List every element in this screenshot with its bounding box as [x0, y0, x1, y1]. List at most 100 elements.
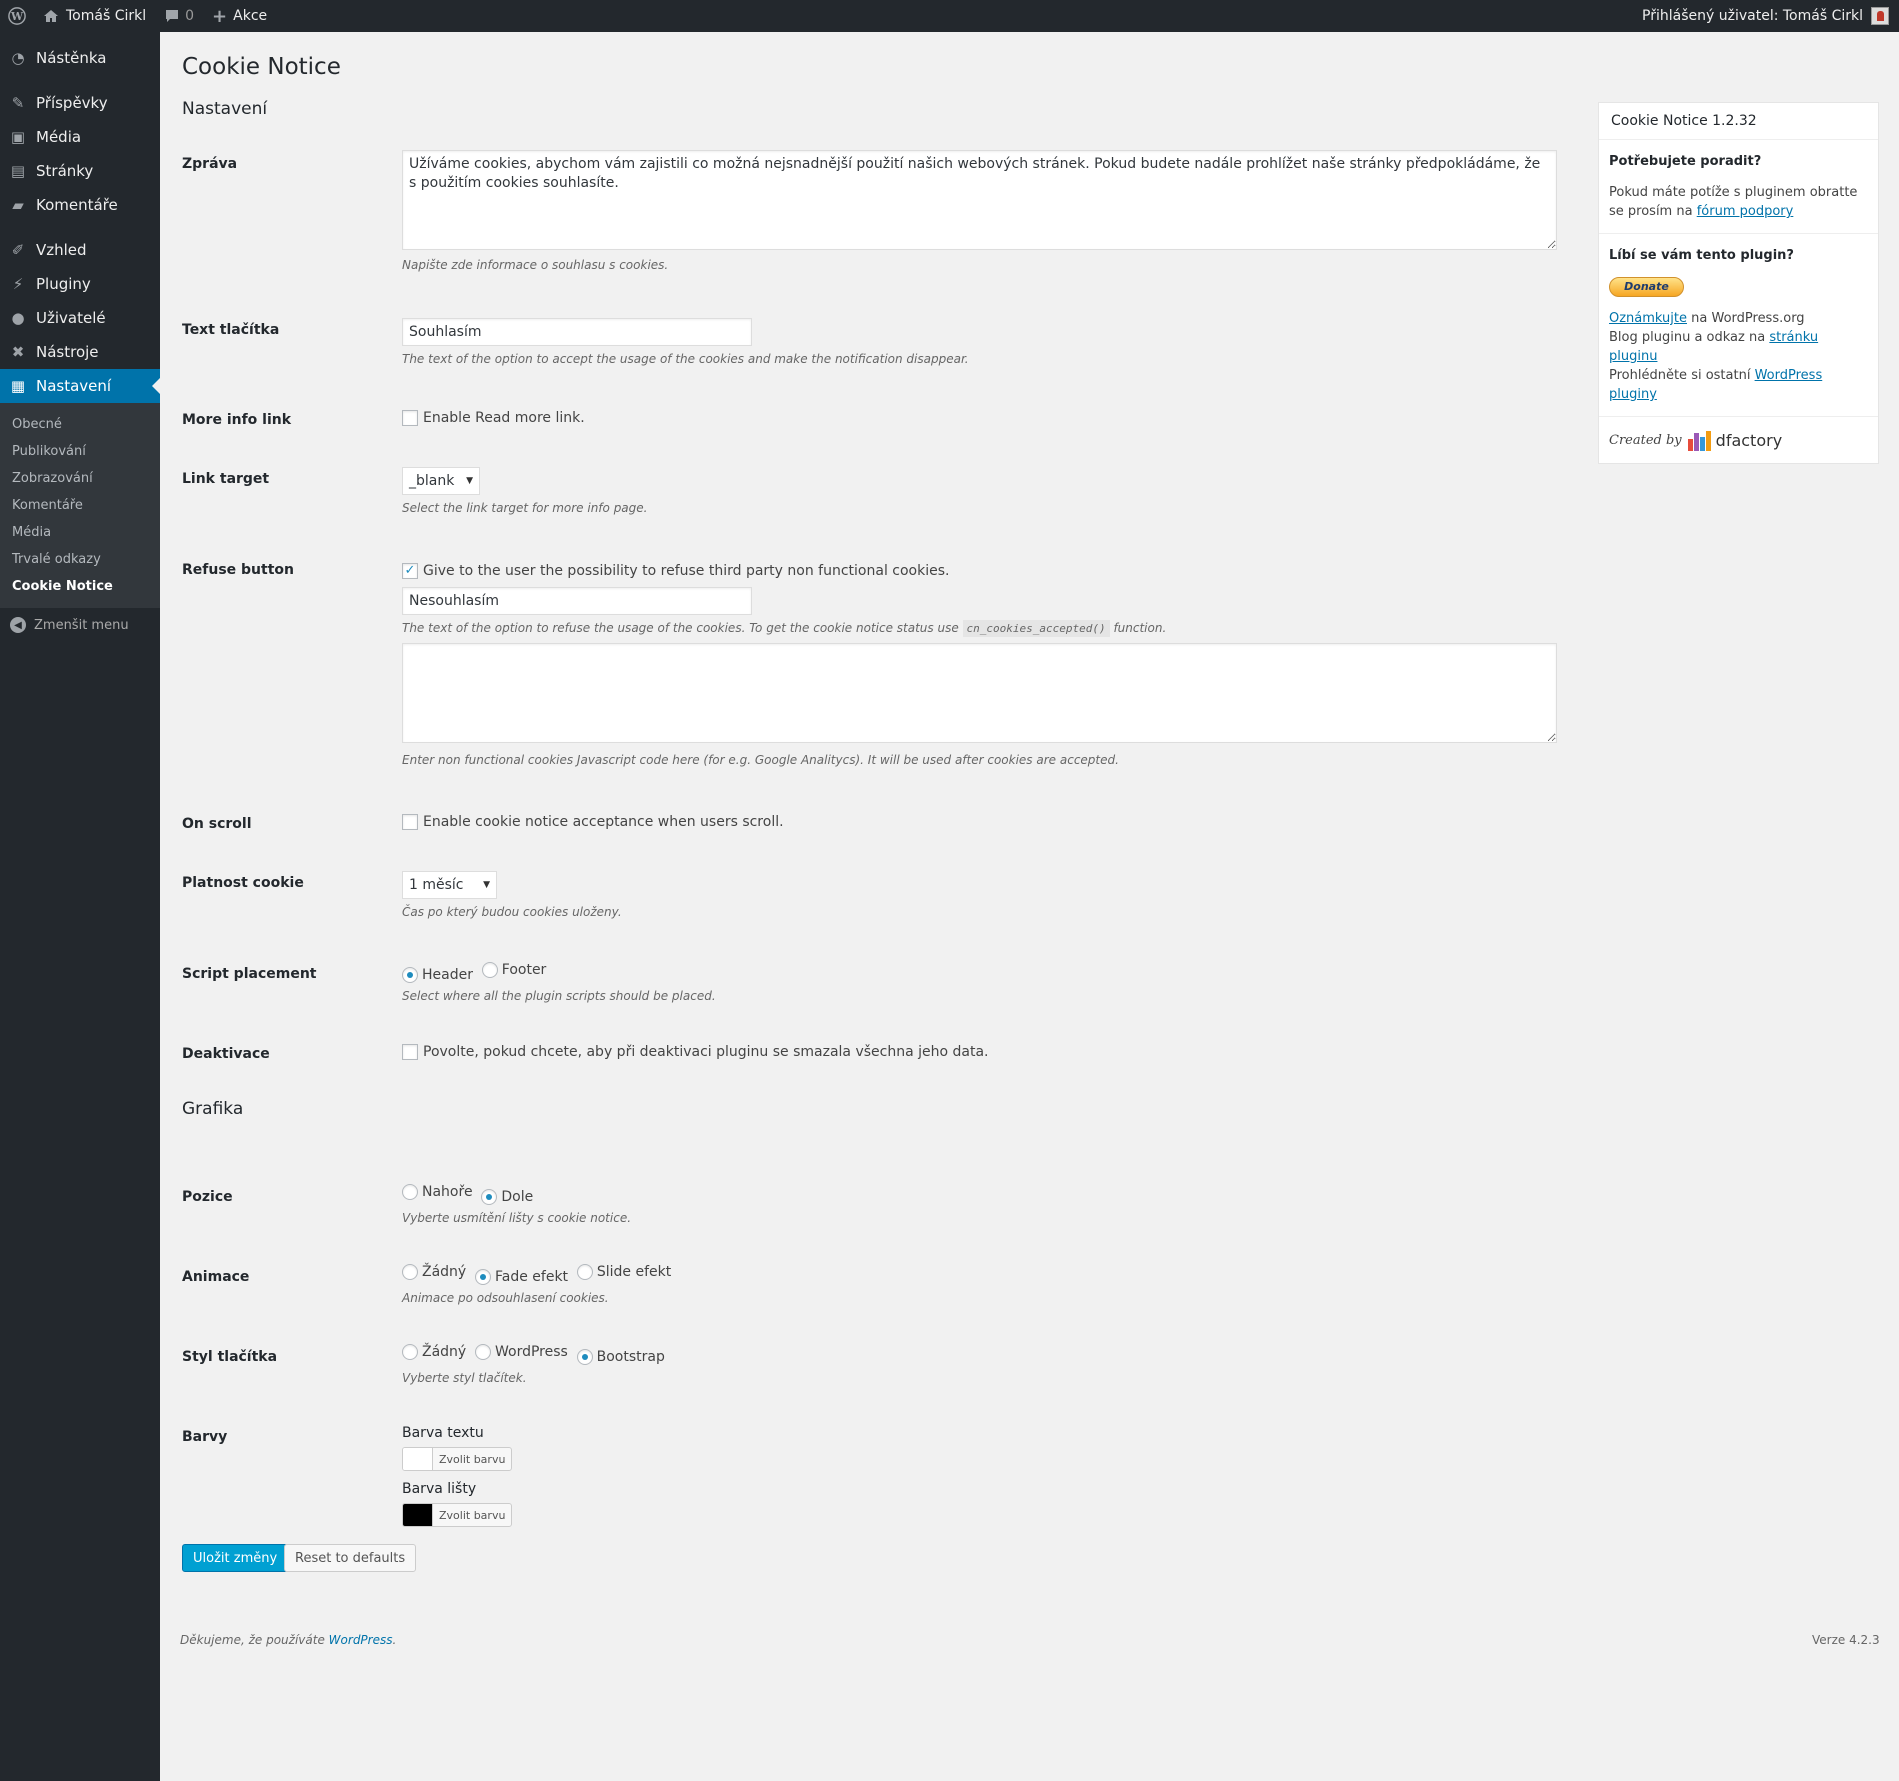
wordpress-link[interactable]: WordPress	[329, 1633, 393, 1647]
radio-dot[interactable]	[402, 967, 418, 983]
submenu-item-discussion[interactable]: Komentáře	[0, 492, 160, 519]
sidebar-item-appearance[interactable]: ✐ Vzhled	[0, 233, 160, 267]
radio-animation-slide[interactable]: Slide efekt	[576, 1264, 671, 1280]
submenu-item-cookie-notice[interactable]: Cookie Notice	[0, 573, 160, 600]
sidebar-item-label: Uživatelé	[36, 309, 106, 327]
link-target-description: Select the link target for more info pag…	[402, 501, 648, 515]
radio-bottom-label: Dole	[501, 1189, 534, 1205]
button-text-label: Text tlačítka	[182, 322, 280, 338]
button-text-input[interactable]	[402, 318, 752, 346]
radio-style-none-label: Žádný	[422, 1344, 467, 1360]
refuse-checkbox[interactable]: ✓ Give to the user the possibility to re…	[402, 562, 949, 579]
more-info-label: More info link	[182, 412, 292, 428]
new-content-link[interactable]: + Akce	[203, 0, 276, 32]
settings-submenu: Obecné Publikování Zobrazování Komentáře…	[0, 403, 160, 608]
wordpress-logo-icon[interactable]: W	[0, 0, 34, 32]
sidebar-item-settings[interactable]: ▦ Nastavení	[0, 369, 160, 403]
on-scroll-checkbox[interactable]: Enable cookie notice acceptance when use…	[402, 814, 784, 830]
comment-bubble-icon	[166, 10, 179, 22]
radio-style-bootstrap-label: Bootstrap	[596, 1349, 665, 1365]
radio-dot[interactable]	[481, 1189, 498, 1205]
radio-animation-fade[interactable]: Fade efekt	[475, 1269, 568, 1285]
comments-icon: ▰	[12, 196, 24, 214]
radio-dot[interactable]	[475, 1344, 491, 1360]
radio-style-bootstrap[interactable]: Bootstrap	[576, 1349, 665, 1365]
refuse-code-textarea[interactable]	[402, 642, 1557, 743]
support-forum-link[interactable]: fórum podpory	[1697, 204, 1794, 219]
radio-top[interactable]: Nahoře	[402, 1184, 473, 1200]
bar-color-swatch	[403, 1504, 433, 1526]
appearance-icon: ✐	[11, 241, 25, 259]
collapse-menu-button[interactable]: ◀ Zmenšit menu	[0, 608, 160, 642]
sidebar-item-users[interactable]: ● Uživatelé	[0, 301, 160, 335]
submenu-item-permalinks[interactable]: Trvalé odkazy	[0, 546, 160, 573]
comments-link[interactable]: 0	[155, 0, 203, 32]
sidebar-item-plugins[interactable]: ⚡ Pluginy	[0, 267, 160, 301]
widget-title: Cookie Notice 1.2.32	[1599, 103, 1878, 140]
my-account[interactable]: Přihlášený uživatel: Tomáš Cirkl	[1642, 7, 1899, 25]
radio-dot[interactable]	[402, 1344, 418, 1360]
footer-period: .	[392, 1633, 397, 1647]
radio-animation-none[interactable]: Žádný	[402, 1264, 466, 1280]
submenu-item-general[interactable]: Obecné	[0, 411, 160, 438]
pin-icon: ✎	[11, 94, 25, 112]
sidebar-item-pages[interactable]: ▤ Stránky	[0, 154, 160, 188]
radio-dot[interactable]	[475, 1269, 491, 1285]
reset-defaults-button[interactable]: Reset to defaults	[284, 1544, 417, 1572]
dfactory-logo-icon[interactable]	[1687, 429, 1712, 451]
radio-bottom[interactable]: Dole	[481, 1189, 533, 1205]
radio-dot[interactable]	[402, 1184, 418, 1200]
sidebar-item-posts[interactable]: ✎ Příspěvky	[0, 86, 160, 120]
radio-dot[interactable]	[402, 1264, 418, 1280]
radio-dot[interactable]	[481, 962, 498, 978]
rate-link[interactable]: Oznámkujte	[1609, 311, 1687, 326]
submenu-item-media[interactable]: Média	[0, 519, 160, 546]
sidebar-item-label: Vzhled	[36, 241, 87, 259]
message-textarea[interactable]: Užíváme cookies, abychom vám zajistili c…	[402, 150, 1557, 250]
checkbox-box[interactable]	[402, 1044, 418, 1060]
radio-top-label: Nahoře	[422, 1184, 473, 1200]
footer-thanks-text: Děkujeme, že používáte	[180, 1633, 325, 1647]
sidebar-item-tools[interactable]: ✖ Nástroje	[0, 335, 160, 369]
text-color-label: Barva textu	[402, 1425, 484, 1441]
dropdown-arrow-icon: ▼	[483, 880, 490, 890]
help-heading: Potřebujete poradit?	[1609, 154, 1762, 169]
more-info-checkbox[interactable]: Enable Read more link.	[402, 410, 585, 426]
save-button[interactable]: Uložit změny	[182, 1544, 289, 1572]
sidebar-item-comments[interactable]: ▰ Komentáře	[0, 188, 160, 222]
checkbox-box[interactable]	[402, 410, 418, 426]
refuse-text-input[interactable]	[402, 586, 752, 615]
deactivation-checkbox[interactable]: Povolte, pokud chcete, aby při deaktivac…	[402, 1044, 989, 1060]
submenu-item-reading[interactable]: Zobrazování	[0, 465, 160, 492]
donate-button[interactable]: Donate	[1609, 277, 1684, 297]
radio-style-wordpress[interactable]: WordPress	[475, 1344, 568, 1360]
refuse-description: The text of the option to refuse the usa…	[402, 619, 1557, 637]
sidebar-item-label: Komentáře	[36, 196, 118, 214]
site-name-link[interactable]: Tomáš Cirkl	[34, 0, 155, 32]
radio-style-none[interactable]: Žádný	[402, 1344, 466, 1360]
bar-color-label: Barva lišty	[402, 1481, 477, 1497]
radio-dot[interactable]	[576, 1349, 593, 1365]
expiry-select[interactable]: 1 měsíc ▼	[402, 871, 497, 899]
checkbox-box[interactable]	[402, 814, 418, 830]
sidebar-item-label: Nástěnka	[36, 49, 107, 67]
created-by-text: Created by	[1609, 432, 1682, 448]
bar-color-picker[interactable]: Zvolit barvu	[402, 1503, 513, 1527]
link-target-select[interactable]: _blank ▼	[402, 467, 480, 495]
colors-label: Barvy	[182, 1429, 228, 1445]
plugin-info-widget: Cookie Notice 1.2.32 Potřebujete poradit…	[1598, 102, 1879, 464]
plus-icon: +	[212, 5, 228, 27]
sidebar-item-media[interactable]: ▣ Média	[0, 120, 160, 154]
widget-like-section: Líbí se vám tento plugin? Donate Oznámku…	[1599, 234, 1878, 417]
home-icon	[44, 10, 58, 22]
like-heading: Líbí se vám tento plugin?	[1609, 248, 1794, 263]
text-color-picker[interactable]: Zvolit barvu	[402, 1447, 513, 1471]
radio-footer[interactable]: Footer	[481, 962, 546, 978]
radio-dot[interactable]	[576, 1264, 593, 1280]
sidebar-item-dashboard[interactable]: ◔ Nástěnka	[0, 41, 160, 75]
submenu-item-writing[interactable]: Publikování	[0, 438, 160, 465]
pick-color-label: Zvolit barvu	[439, 1452, 506, 1466]
refuse-desc-suffix: function.	[1113, 620, 1167, 635]
radio-header[interactable]: Header	[402, 967, 473, 983]
checkmark-icon[interactable]: ✓	[402, 562, 418, 579]
